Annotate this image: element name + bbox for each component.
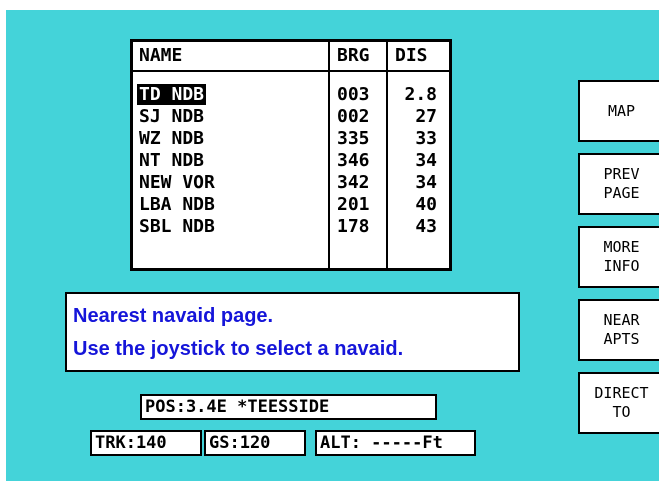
direct-to-button[interactable]: DIRECT TO xyxy=(578,372,659,434)
altitude-readout: ALT: -----Ft xyxy=(315,430,476,456)
prev-page-button[interactable]: PREV PAGE xyxy=(578,153,659,215)
more-info-label-2: INFO xyxy=(603,257,640,275)
direct-to-label-1: DIRECT xyxy=(594,384,649,402)
navaid-row[interactable]: SJ NDB 002 27 xyxy=(133,106,449,128)
track-readout: TRK:140 xyxy=(90,430,202,456)
more-info-label-1: MORE xyxy=(603,238,640,256)
help-message-box: Nearest navaid page. Use the joystick to… xyxy=(65,292,520,372)
prev-page-label-2: PAGE xyxy=(603,184,640,202)
navaid-distance: 33 xyxy=(415,128,437,149)
map-button-label: MAP xyxy=(607,101,636,120)
navaid-bearing: 342 xyxy=(337,172,370,193)
header-name: NAME xyxy=(139,45,183,66)
groundspeed-readout: GS:120 xyxy=(204,430,306,456)
near-apts-button[interactable]: NEAR APTS xyxy=(578,299,659,361)
direct-to-label-2: TO xyxy=(612,403,631,421)
header-bearing: BRG xyxy=(337,45,370,66)
navaid-name: WZ NDB xyxy=(139,128,205,149)
table-header: NAME BRG DIS xyxy=(133,45,449,67)
near-apts-label-2: APTS xyxy=(603,330,640,348)
nearest-navaid-table: NAME BRG DIS TD NDB 003 2.8 SJ NDB 002 2… xyxy=(130,39,452,271)
navaid-row[interactable]: WZ NDB 335 33 xyxy=(133,128,449,150)
navaid-row[interactable]: NT NDB 346 34 xyxy=(133,150,449,172)
navaid-name: LBA NDB xyxy=(139,194,215,215)
navaid-name: SBL NDB xyxy=(139,216,215,237)
navaid-row-selected[interactable]: TD NDB 003 2.8 xyxy=(133,84,449,106)
navaid-bearing: 178 xyxy=(337,216,370,237)
navaid-bearing: 201 xyxy=(337,194,370,215)
near-apts-label-1: NEAR xyxy=(603,311,640,329)
navaid-distance: 40 xyxy=(415,194,437,215)
help-line-1: Nearest navaid page. xyxy=(73,305,274,327)
help-line-2: Use the joystick to select a navaid. xyxy=(73,338,404,360)
navaid-distance: 43 xyxy=(415,216,437,237)
navaid-row[interactable]: LBA NDB 201 40 xyxy=(133,194,449,216)
navaid-bearing: 002 xyxy=(337,106,370,127)
navaid-row[interactable]: SBL NDB 178 43 xyxy=(133,216,449,238)
navaid-distance: 27 xyxy=(415,106,437,127)
prev-page-label-1: PREV xyxy=(603,165,640,183)
navaid-name: TD NDB xyxy=(137,84,207,105)
navaid-distance: 2.8 xyxy=(404,84,437,105)
map-button[interactable]: MAP xyxy=(578,80,659,142)
navaid-bearing: 346 xyxy=(337,150,370,171)
position-readout: POS:3.4E *TEESSIDE xyxy=(140,394,437,420)
navaid-distance: 34 xyxy=(415,172,437,193)
navaid-name: NT NDB xyxy=(139,150,205,171)
navaid-bearing: 003 xyxy=(337,84,370,105)
header-divider xyxy=(133,70,449,72)
more-info-button[interactable]: MORE INFO xyxy=(578,226,659,288)
header-distance: DIS xyxy=(395,45,428,66)
navaid-name: SJ NDB xyxy=(139,106,205,127)
gps-screen: NAME BRG DIS TD NDB 003 2.8 SJ NDB 002 2… xyxy=(6,10,659,481)
navaid-name: NEW VOR xyxy=(139,172,215,193)
navaid-bearing: 335 xyxy=(337,128,370,149)
navaid-row[interactable]: NEW VOR 342 34 xyxy=(133,172,449,194)
navaid-distance: 34 xyxy=(415,150,437,171)
